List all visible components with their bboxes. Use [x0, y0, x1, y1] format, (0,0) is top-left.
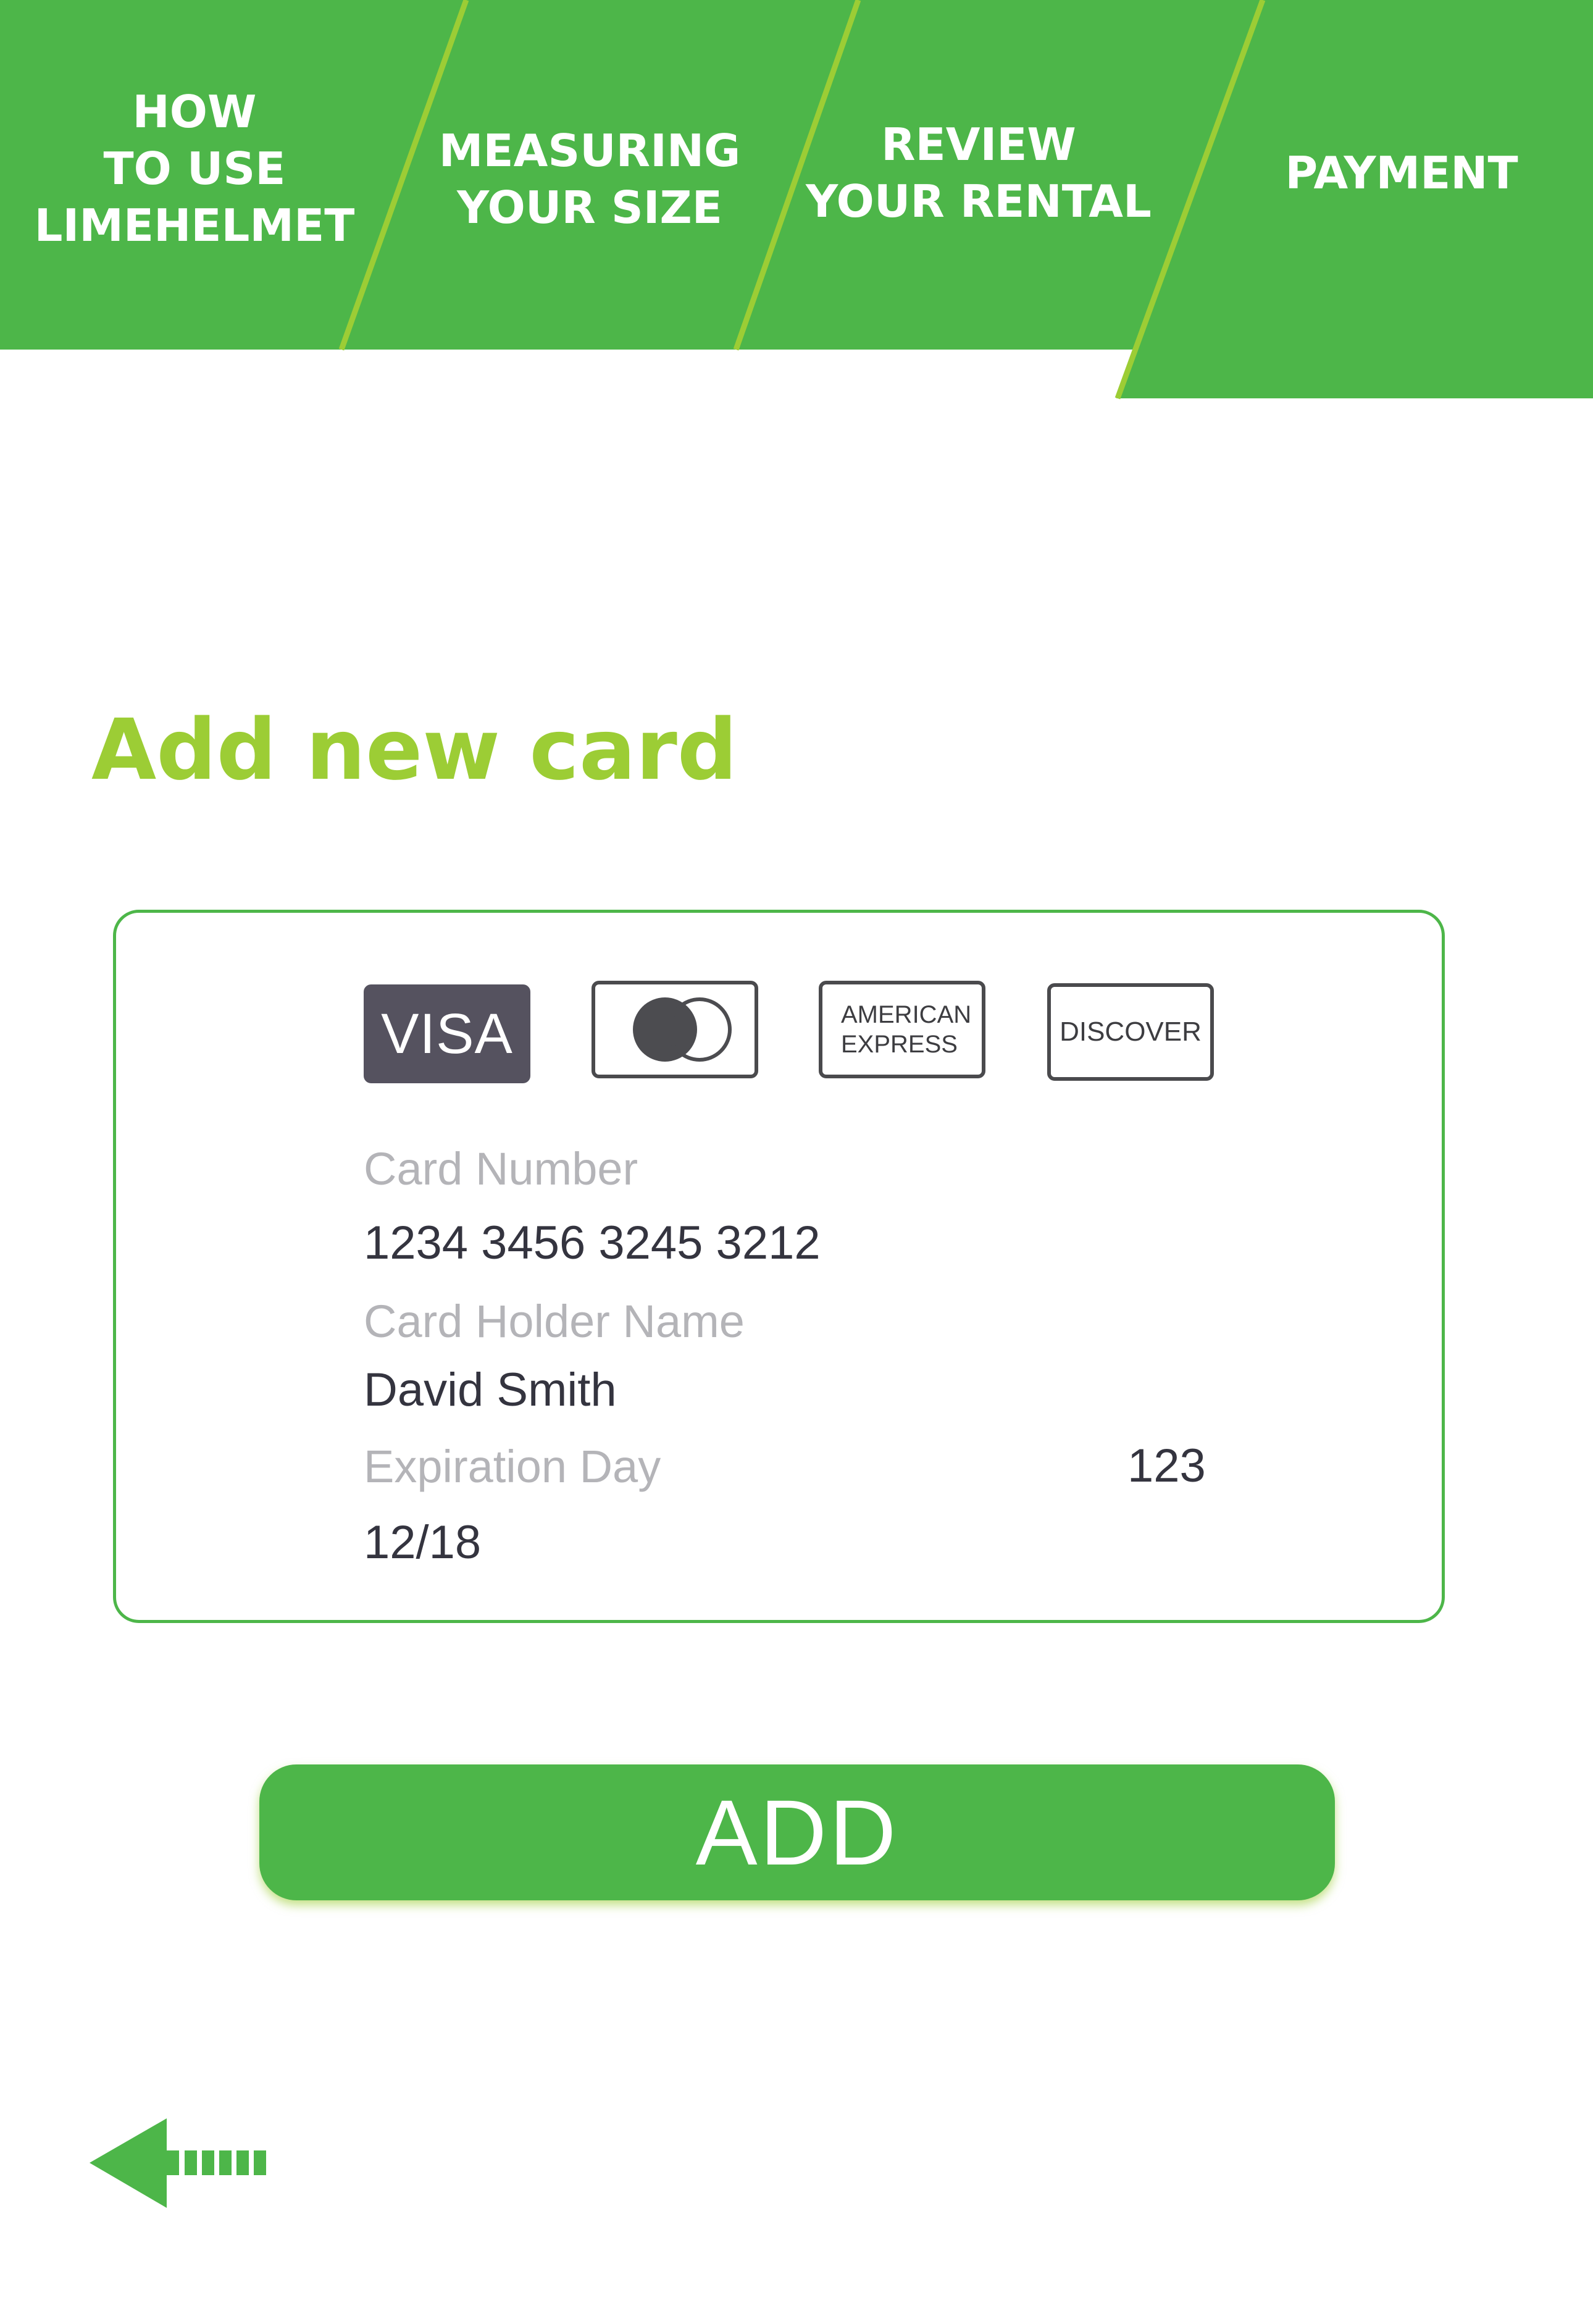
nav-tab-review-line1: REVIEW — [881, 119, 1076, 170]
back-arrow-dash-5 — [236, 2150, 249, 2175]
expiration-label: Expiration Day — [364, 1441, 661, 1492]
visa-label: VISA — [381, 1002, 513, 1065]
nav-tab-payment[interactable]: PAYMENT — [1241, 136, 1562, 210]
card-number-label: Card Number — [364, 1143, 638, 1194]
nav-tab-how-to-use[interactable]: HOW TO USE LIMEHELMET — [19, 79, 370, 258]
mastercard-right-circle — [667, 997, 732, 1062]
discover-brand-button[interactable]: DISCOVER — [1047, 983, 1214, 1081]
nav-tab-measuring-line1: MEASURING — [438, 125, 741, 177]
amex-label-line1: AMERICAN — [841, 1001, 972, 1028]
amex-brand-button[interactable]: AMERICAN EXPRESS — [819, 981, 985, 1078]
discover-label: DISCOVER — [1060, 1017, 1202, 1047]
mastercard-brand-button[interactable] — [592, 981, 758, 1078]
back-arrow-icon[interactable] — [90, 2118, 281, 2208]
card-form-panel: VISA AMERICAN EXPRESS DISCOVER Card Numb… — [113, 910, 1445, 1623]
add-card-button-label: ADD — [695, 1780, 899, 1884]
page-title: Add new card — [91, 702, 738, 799]
mastercard-icon — [613, 996, 737, 1063]
nav-tab-measuring[interactable]: MEASURING YOUR SIZE — [408, 117, 772, 241]
cvv-field[interactable]: 123 — [1127, 1438, 1206, 1494]
add-card-button[interactable]: ADD — [259, 1764, 1335, 1900]
nav-tab-how-to-use-line3: LIMEHELMET — [34, 199, 355, 251]
nav-tab-how-to-use-line2: TO USE — [103, 143, 286, 195]
back-arrow-dash-3 — [202, 2150, 214, 2175]
back-arrow-dash-1 — [167, 2150, 179, 2175]
nav-tab-payment-line1: PAYMENT — [1285, 147, 1518, 199]
card-holder-label: Card Holder Name — [364, 1296, 745, 1347]
visa-brand-button[interactable]: VISA — [364, 984, 530, 1083]
card-number-field[interactable]: 1234 3456 3245 3212 — [364, 1215, 821, 1271]
back-arrow-head — [90, 2118, 167, 2208]
nav-tab-review-line2: YOUR RENTAL — [806, 175, 1152, 227]
nav-tab-how-to-use-line1: HOW — [132, 86, 257, 138]
card-holder-field[interactable]: David Smith — [364, 1362, 617, 1418]
nav-tab-measuring-line2: YOUR SIZE — [457, 182, 722, 233]
back-arrow-dash-6 — [254, 2150, 266, 2175]
back-arrow-dash-4 — [219, 2150, 232, 2175]
amex-label-line2: EXPRESS — [841, 1031, 958, 1058]
nav-tab-review[interactable]: REVIEW YOUR RENTAL — [790, 111, 1167, 235]
expiration-field[interactable]: 12/18 — [364, 1515, 481, 1571]
back-arrow-dash-2 — [185, 2150, 197, 2175]
